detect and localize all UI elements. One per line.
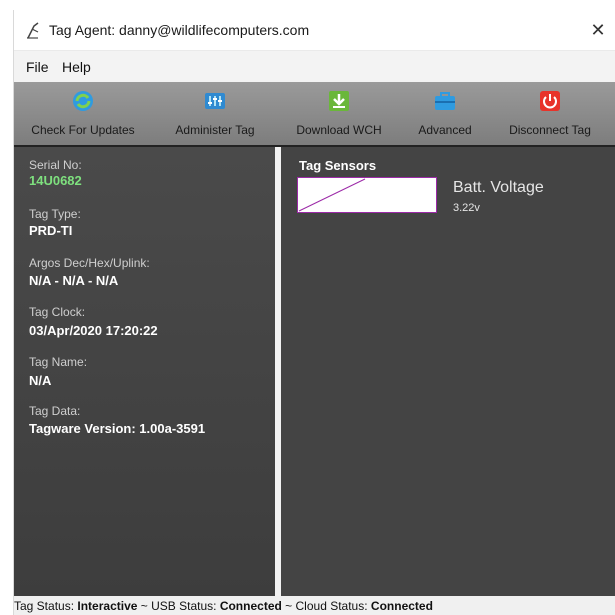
close-icon: ✕ xyxy=(590,20,606,40)
tag-clock-label: Tag Clock: xyxy=(29,305,86,319)
menu-bar: File Help xyxy=(14,50,615,83)
battery-voltage-graph[interactable] xyxy=(297,177,437,213)
sensors-title: Tag Sensors xyxy=(299,158,377,173)
cloud-status-label: ~ Cloud Status: xyxy=(285,599,368,613)
usb-status-value: Connected xyxy=(219,599,282,613)
tag-data-value: Tagware Version: 1.00a-3591 xyxy=(29,421,206,436)
tag-data-label: Tag Data: xyxy=(29,404,81,418)
argos-value: N/A - N/A - N/A xyxy=(29,273,119,288)
toolbar: Check For Updates Administer Tag Downloa… xyxy=(14,82,615,147)
argos-label: Argos Dec/Hex/Uplink: xyxy=(29,256,150,270)
sliders-icon xyxy=(205,93,225,109)
download-icon xyxy=(329,91,349,111)
serial-value: 14U0682 xyxy=(29,173,82,188)
app-window: Tag Agent: danny@wildlifecomputers.com ✕… xyxy=(13,10,615,615)
tag-sensors-panel: Tag Sensors Batt. Voltage 3.22v xyxy=(281,147,615,596)
tag-agent-icon xyxy=(27,22,39,39)
download-wch-button[interactable]: Download WCH xyxy=(284,82,394,145)
refresh-icon xyxy=(73,91,93,111)
advanced-label: Advanced xyxy=(418,123,472,137)
tag-type-label: Tag Type: xyxy=(29,207,81,221)
administer-tag-label: Administer Tag xyxy=(175,123,255,137)
check-updates-button[interactable]: Check For Updates xyxy=(18,82,148,145)
disconnect-tag-label: Disconnect Tag xyxy=(509,123,591,137)
title-bar: Tag Agent: danny@wildlifecomputers.com ✕ xyxy=(14,10,615,50)
serial-label: Serial No: xyxy=(29,158,82,172)
tag-type-value: PRD-TI xyxy=(29,223,73,238)
sensor-value: 3.22v xyxy=(453,202,480,214)
check-updates-label: Check For Updates xyxy=(31,123,135,137)
cloud-status-value: Connected xyxy=(370,599,433,613)
disconnect-tag-button[interactable]: Disconnect Tag xyxy=(496,82,604,145)
status-row: Tag Status: Interactive ~ USB Status: Co… xyxy=(14,599,433,613)
tag-status-label: Tag Status: xyxy=(14,599,75,613)
tag-info-panel: Serial No: 14U0682 Tag Type: PRD-TI Argo… xyxy=(14,147,275,596)
tag-name-value: N/A xyxy=(29,373,52,388)
sensor-name: Batt. Voltage xyxy=(453,179,544,196)
administer-tag-button[interactable]: Administer Tag xyxy=(158,82,272,145)
close-button[interactable]: ✕ xyxy=(581,14,615,46)
tag-status-value: Interactive xyxy=(77,599,138,613)
download-wch-label: Download WCH xyxy=(296,123,382,137)
toolbox-icon xyxy=(435,92,455,110)
menu-file[interactable]: File xyxy=(26,59,49,75)
tag-name-label: Tag Name: xyxy=(29,355,88,369)
menu-help[interactable]: Help xyxy=(62,59,91,75)
power-icon xyxy=(540,91,560,111)
window-title: Tag Agent: danny@wildlifecomputers.com xyxy=(49,22,310,38)
status-bar: Tag Status: Interactive ~ USB Status: Co… xyxy=(14,596,615,615)
usb-status-label: ~ USB Status: xyxy=(140,599,217,613)
advanced-button[interactable]: Advanced xyxy=(405,82,485,145)
tag-clock-value: 03/Apr/2020 17:20:22 xyxy=(29,323,158,338)
